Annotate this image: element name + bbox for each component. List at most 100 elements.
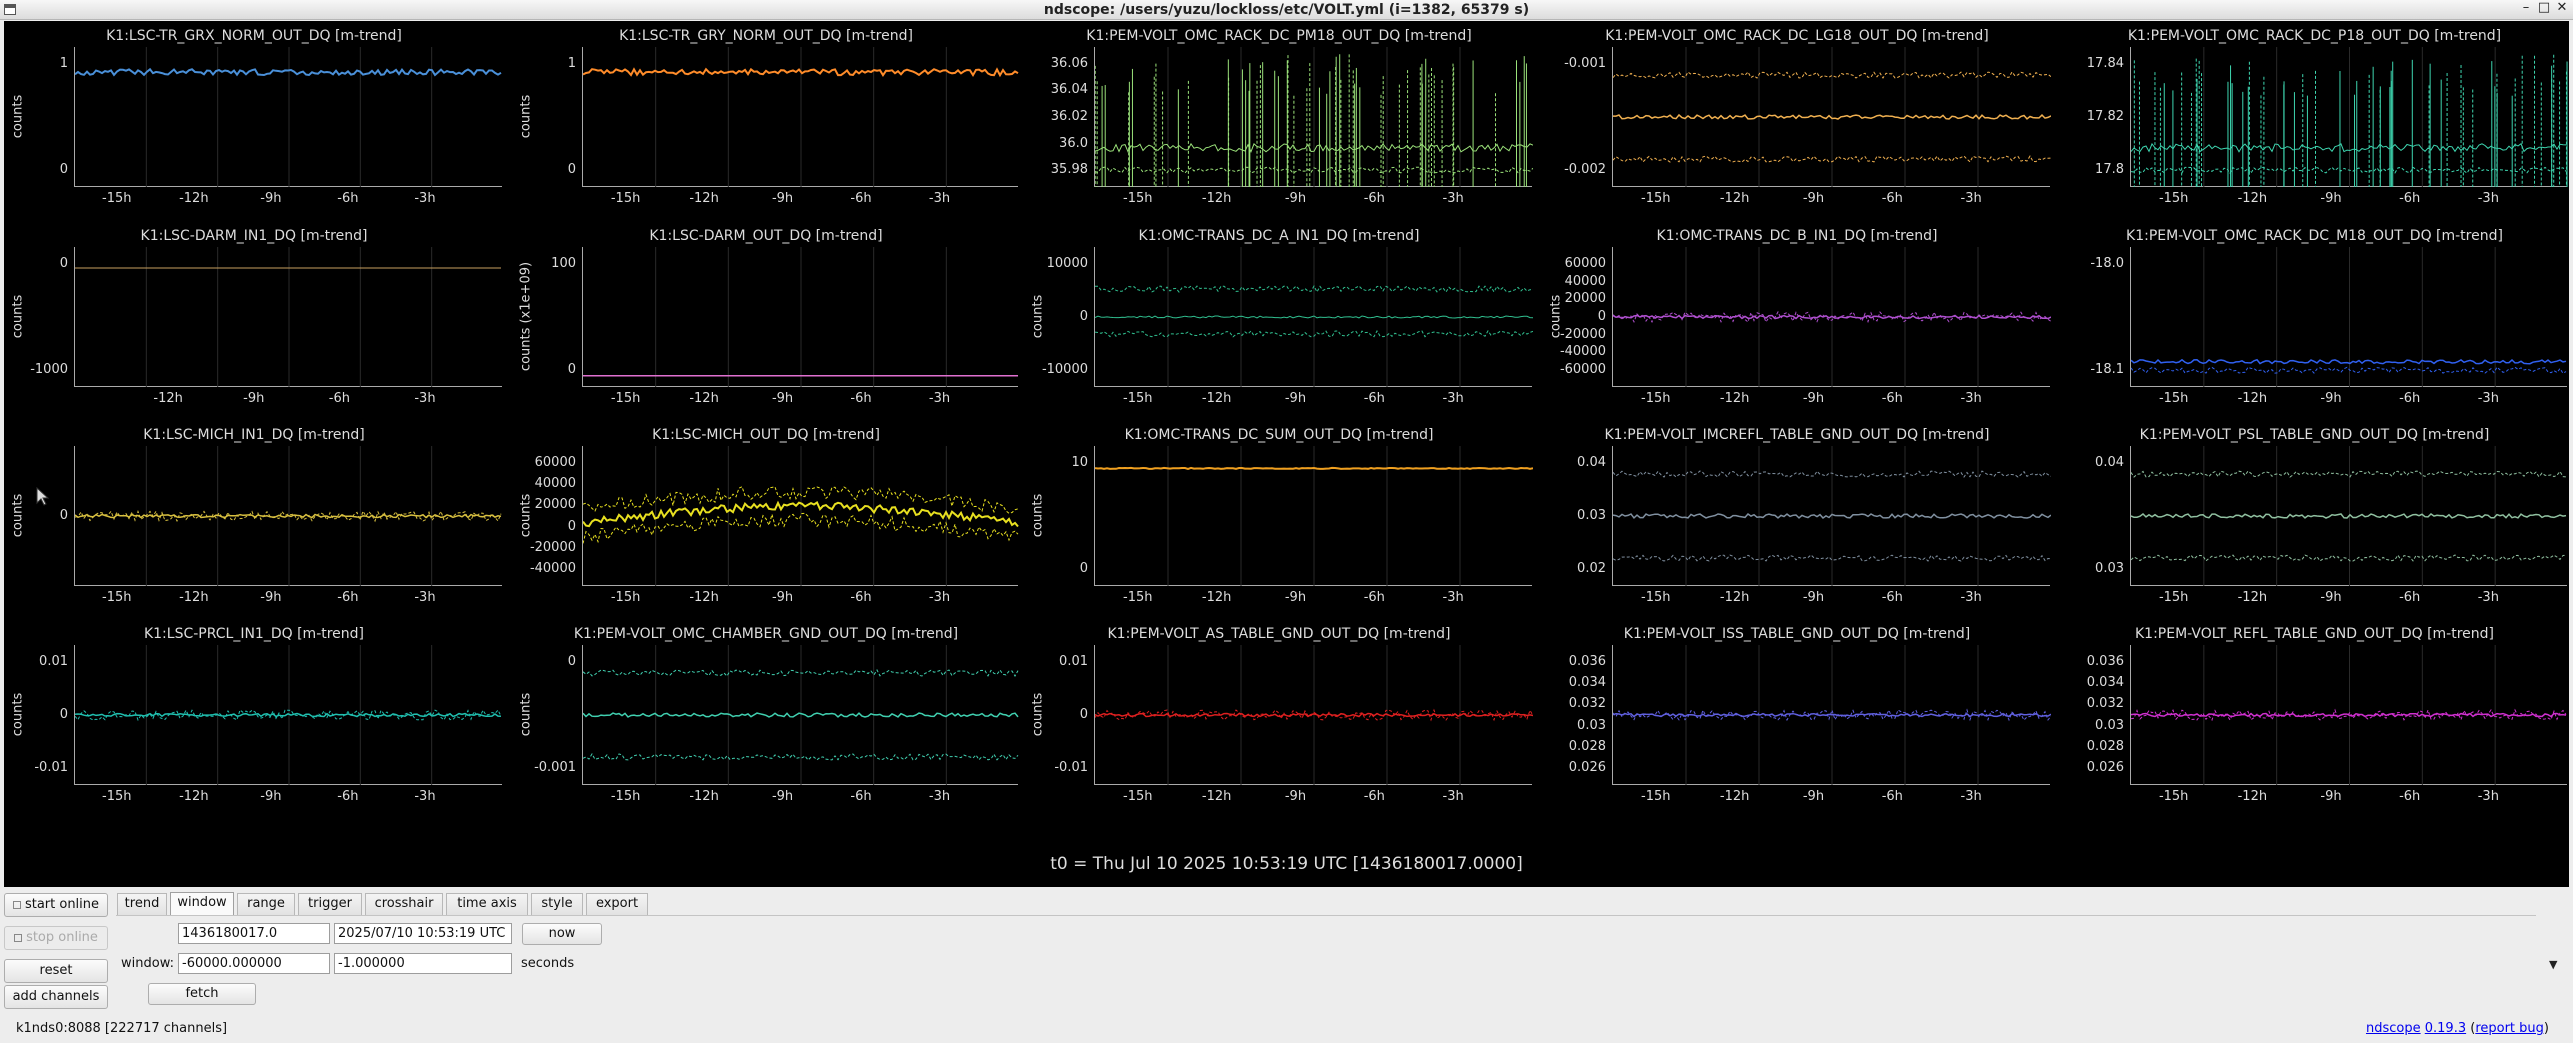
plot-trace [75,247,501,387]
plot-panel[interactable]: K1:PEM-VOLT_OMC_RACK_DC_LG18_OUT_DQ [m-t… [1542,21,2052,219]
plot-canvas[interactable] [2130,47,2568,187]
plot-panel[interactable]: K1:LSC-TR_GRX_NORM_OUT_DQ [m-trend] count… [4,21,504,219]
plot-panel[interactable]: K1:LSC-PRCL_IN1_DQ [m-trend] counts 0.01 0-… [4,619,504,817]
plot-panel[interactable]: K1:LSC-MICH_OUT_DQ [m-trend] counts 60000 4… [512,420,1020,618]
now-button[interactable]: now [522,923,602,945]
plot-title: K1:PEM-VOLT_AS_TABLE_GND_OUT_DQ [m-trend… [1107,626,1451,642]
plot-trace [583,47,1019,187]
y-tick-label: -0.002 [1564,162,1606,178]
y-tick-label: 0.03 [1577,717,1606,733]
plot-canvas[interactable] [2130,247,2567,387]
plot-canvas[interactable] [1612,47,2051,187]
y-tick-label: 0.04 [1577,454,1606,470]
version-link[interactable]: 0.19.3 [2425,1021,2466,1036]
plot-canvas[interactable] [74,645,502,785]
plot-area: K1:LSC-TR_GRX_NORM_OUT_DQ [m-trend] count… [4,21,2569,887]
plot-panel[interactable]: K1:OMC-TRANS_DC_B_IN1_DQ [m-trend] counts… [1542,221,2052,419]
tab-time-axis[interactable]: time axis [446,893,528,915]
plot-title: K1:LSC-TR_GRY_NORM_OUT_DQ [m-trend] [619,28,913,44]
plot-canvas[interactable] [1094,47,1533,187]
plot-canvas[interactable] [2130,645,2567,785]
plot-title: K1:PEM-VOLT_OMC_RACK_DC_M18_OUT_DQ [m-tr… [2126,228,2503,244]
plot-panel[interactable]: K1:LSC-DARM_OUT_DQ [m-trend] counts (x1e+… [512,221,1020,419]
y-tick-label: 0 [1079,561,1088,577]
plot-panel[interactable]: K1:LSC-TR_GRY_NORM_OUT_DQ [m-trend] count… [512,21,1020,219]
report-bug-link[interactable]: report bug [2475,1021,2544,1036]
plot-panel[interactable]: K1:OMC-TRANS_DC_SUM_OUT_DQ [m-trend] coun… [1024,420,1534,618]
plot-canvas[interactable] [582,47,1019,187]
stop-online-button[interactable]: stop online [4,926,108,950]
tab-export[interactable]: export [586,893,648,915]
tab-trigger[interactable]: trigger [298,893,362,915]
plot-trace [1613,645,2051,785]
y-tick-label: 0 [567,653,576,669]
plot-panel[interactable]: K1:PEM-VOLT_REFL_TABLE_GND_OUT_DQ [m-tre… [2060,619,2569,817]
window-end-input[interactable] [334,953,512,974]
expand-arrow-icon[interactable]: ▼ [2549,958,2557,971]
time-axis-t0-label: t0 = Thu Jul 10 2025 10:53:19 UTC [14361… [1050,854,1523,874]
plot-canvas[interactable] [1094,645,1533,785]
plot-trace [1095,645,1533,785]
plot-canvas[interactable] [1612,645,2051,785]
plot-panel[interactable]: K1:PEM-VOLT_OMC_RACK_DC_M18_OUT_DQ [m-tr… [2060,221,2569,419]
y-tick-label: 10000 [1046,255,1088,271]
tab-crosshair[interactable]: crosshair [365,893,443,915]
plot-panel[interactable]: K1:PEM-VOLT_PSL_TABLE_GND_OUT_DQ [m-tren… [2060,420,2569,618]
plot-panel[interactable]: K1:PEM-VOLT_IMCREFL_TABLE_GND_OUT_DQ [m-… [1542,420,2052,618]
y-tick-label: 0.032 [1568,696,1606,712]
x-tick-label: -12h [1719,191,1750,206]
plot-trace [1095,247,1533,387]
x-tick-label: -12h [1719,590,1750,605]
plot-panel[interactable]: K1:PEM-VOLT_OMC_CHAMBER_GND_OUT_DQ [m-tr… [512,619,1020,817]
plot-trace [1613,247,2051,387]
plot-panel[interactable]: K1:PEM-VOLT_OMC_RACK_DC_PM18_OUT_DQ [m-t… [1024,21,1534,219]
ndscope-link[interactable]: ndscope [2366,1021,2421,1036]
plot-canvas[interactable] [1612,446,2051,586]
plot-canvas[interactable] [582,645,1019,785]
y-tick-label: 17.8 [2095,162,2124,178]
plot-canvas[interactable] [2130,446,2567,586]
y-tick-label: 0.032 [2086,696,2124,712]
t0-utc-input[interactable] [334,923,512,944]
plot-canvas[interactable] [582,446,1019,586]
server-status: k1nds0:8088 [222717 channels] [16,1021,228,1036]
reset-button[interactable]: reset [4,959,108,983]
tab-style[interactable]: style [531,893,583,915]
x-tick-label: -12h [179,789,209,804]
x-tick-label: -9h [771,191,794,206]
y-tick-label: -20000 [529,539,576,555]
add-channels-button[interactable]: add channels [4,985,108,1009]
y-tick-label: 0.01 [39,653,68,669]
plot-canvas[interactable] [1094,446,1533,586]
plot-canvas[interactable] [1612,247,2051,387]
x-tick-label: -3h [1960,590,1982,605]
maximize-button[interactable]: □ [2536,0,2552,15]
plot-panel[interactable]: K1:PEM-VOLT_ISS_TABLE_GND_OUT_DQ [m-tren… [1542,619,2052,817]
tab-window[interactable]: window [170,892,234,916]
minimize-button[interactable]: – [2518,0,2534,15]
close-button[interactable]: ✕ [2554,0,2570,15]
y-tick-label: 0 [59,508,68,523]
tab-trend[interactable]: trend [117,893,167,915]
plot-panel[interactable]: K1:LSC-DARM_IN1_DQ [m-trend] counts 0 -1000… [4,221,504,419]
y-tick-label: 36.06 [1050,55,1088,71]
plot-canvas[interactable] [74,47,502,187]
window-start-input[interactable] [178,953,330,974]
fetch-button[interactable]: fetch [148,983,256,1005]
y-tick-label: 100 [551,255,576,271]
plot-trace [583,446,1019,586]
x-tick-label: -12h [1719,391,1750,406]
plot-canvas[interactable] [74,247,502,387]
x-tick-label: -15h [102,590,132,605]
plot-title: K1:LSC-TR_GRX_NORM_OUT_DQ [m-trend] [106,28,402,44]
plot-panel[interactable]: K1:PEM-VOLT_OMC_RACK_DC_P18_OUT_DQ [m-tr… [2060,21,2569,219]
plot-canvas[interactable] [1094,247,1533,387]
plot-canvas[interactable] [582,247,1018,387]
plot-panel[interactable]: K1:OMC-TRANS_DC_A_IN1_DQ [m-trend] counts… [1024,221,1534,419]
t0-gps-input[interactable] [178,923,330,944]
plot-panel[interactable]: K1:LSC-MICH_IN1_DQ [m-trend] counts 0 -15h -… [4,420,504,618]
tab-range[interactable]: range [237,893,295,915]
plot-panel[interactable]: K1:PEM-VOLT_AS_TABLE_GND_OUT_DQ [m-trend… [1024,619,1534,817]
plot-canvas[interactable] [74,446,502,586]
start-online-button[interactable]: start online [4,893,108,917]
